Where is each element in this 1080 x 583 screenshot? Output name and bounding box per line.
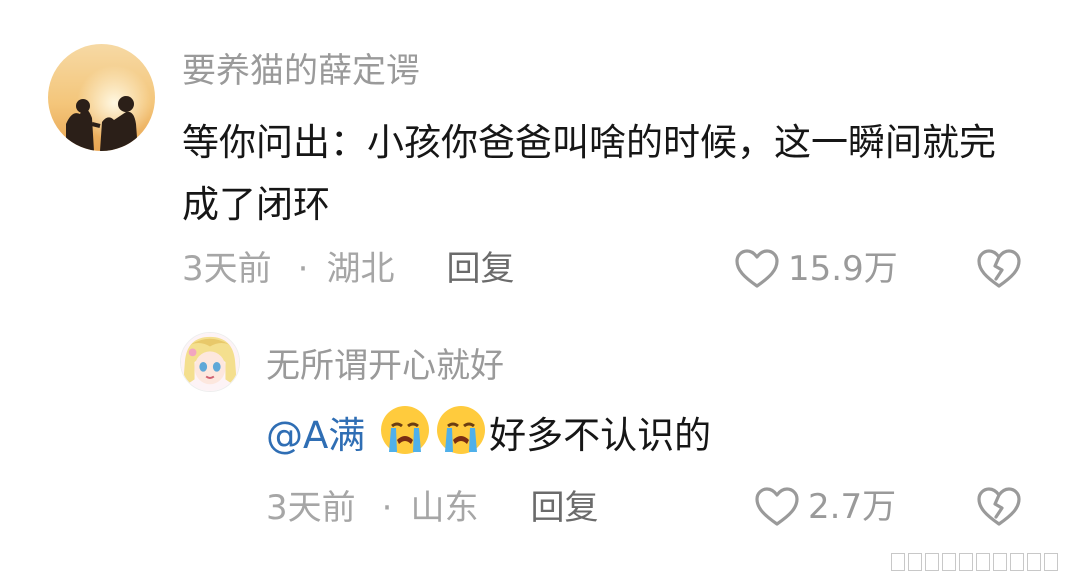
meta-separator: ·	[381, 488, 393, 528]
watermark-box	[993, 553, 1007, 571]
dislike-button[interactable]	[975, 486, 1023, 528]
comment-location: 湖北	[326, 249, 395, 289]
like-count: 15.9万	[788, 249, 898, 289]
watermark-box	[942, 553, 956, 571]
watermark-box	[1044, 553, 1058, 571]
like-button[interactable]: 2.7万	[754, 486, 896, 528]
reply-button[interactable]: 回复	[530, 488, 598, 528]
like-button[interactable]: 15.9万	[734, 248, 898, 290]
loudly-crying-face-emoji	[379, 404, 431, 456]
comment-time: 3天前	[266, 488, 356, 528]
watermark-box	[925, 553, 939, 571]
loudly-crying-face-emoji	[435, 404, 487, 456]
heart-outline-icon	[755, 487, 799, 526]
comment-text: 好多不认识的	[489, 414, 712, 457]
comment-username[interactable]: 要养猫的薛定谔	[182, 51, 420, 91]
anime-girl-avatar-image	[181, 333, 239, 391]
watermark-box	[976, 553, 990, 571]
dislike-button[interactable]	[975, 248, 1023, 290]
comment-text-container: @A满 好多不认识的	[266, 404, 1026, 467]
comment-text: 等你问出：小孩你爸爸叫啥的时候，这一瞬间就完成了闭环	[182, 121, 996, 226]
watermark-box	[959, 553, 973, 571]
broken-heart-icon	[977, 487, 1021, 526]
watermark-box	[891, 553, 905, 571]
comment-meta: 3天前 · 湖北 回复	[182, 249, 514, 289]
watermark-glyph-boxes	[891, 553, 1058, 571]
comment-time: 3天前	[182, 249, 272, 289]
comment-meta: 3天前 · 山东 回复	[266, 488, 598, 528]
watermark-box	[1027, 553, 1041, 571]
comment-username[interactable]: 无所谓开心就好	[266, 346, 504, 386]
avatar[interactable]	[48, 44, 155, 151]
like-count: 2.7万	[808, 487, 897, 527]
meta-separator: ·	[297, 249, 309, 289]
watermark-box	[908, 553, 922, 571]
watermark-box	[1010, 553, 1024, 571]
mention-link[interactable]: @A满	[266, 414, 365, 457]
heart-outline-icon	[735, 249, 779, 288]
comment-thread: 要养猫的薛定谔 等你问出：小孩你爸爸叫啥的时候，这一瞬间就完成了闭环 3天前 ·…	[0, 0, 1080, 583]
sunset-couple-avatar-image	[48, 44, 155, 151]
comment-location: 山东	[410, 488, 479, 528]
reply-button[interactable]: 回复	[446, 249, 514, 289]
broken-heart-icon	[977, 249, 1021, 288]
avatar[interactable]	[180, 332, 240, 392]
